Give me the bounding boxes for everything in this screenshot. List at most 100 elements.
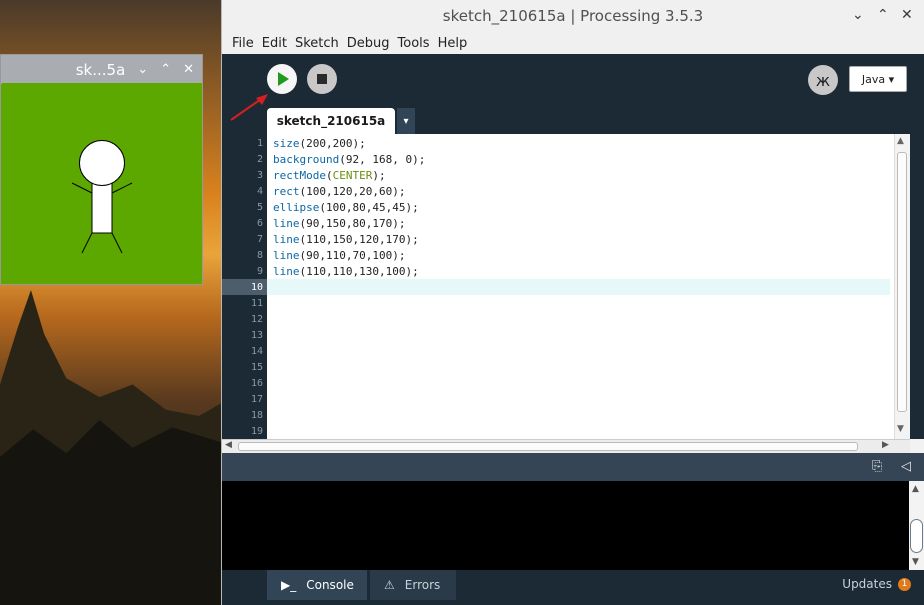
tab-console[interactable]: ▶_ Console <box>267 570 367 600</box>
line-number: 1 <box>256 138 263 149</box>
background-trees <box>0 420 221 605</box>
code-line[interactable]: line(110,150,120,170); <box>273 232 419 248</box>
code-function-name: background <box>273 153 340 166</box>
scroll-left-icon[interactable]: ◀ <box>225 440 232 450</box>
chevron-up-icon[interactable]: ⌃ <box>877 7 889 23</box>
menu-debug[interactable]: Debug <box>347 36 390 51</box>
code-arguments: (100,80,45,45); <box>319 201 419 214</box>
sketch-window-titlebar[interactable]: sk...5a ⌄ ⌃ ✕ <box>1 55 202 84</box>
head-ellipse <box>79 140 125 186</box>
console-scrollbar[interactable]: ▲ ▼ <box>909 481 924 570</box>
code-function-name: rect <box>273 185 300 198</box>
collapse-console-icon[interactable]: ◁ <box>901 459 911 474</box>
code-arguments: (90,110,70,100); <box>299 249 406 262</box>
code-line-text: line(90,110,70,100); <box>273 249 405 262</box>
editor-horizontal-scrollbar[interactable]: ◀ ▶ <box>222 439 910 453</box>
menu-help[interactable]: Help <box>438 36 468 51</box>
stop-icon <box>317 74 327 84</box>
line-number: 19 <box>250 426 263 437</box>
annotation-arrow <box>230 94 268 121</box>
chevron-up-icon[interactable]: ⌃ <box>160 63 171 76</box>
line-number: 8 <box>256 250 263 261</box>
line-number: 15 <box>250 362 263 373</box>
line-number: 5 <box>256 202 263 213</box>
mode-selector[interactable]: Java ▾ <box>849 66 907 92</box>
code-arguments: (200,200); <box>299 137 366 150</box>
code-line-text: rect(100,120,20,60); <box>273 185 405 198</box>
code-function-name: line <box>273 249 300 262</box>
code-function-name: line <box>273 233 300 246</box>
window-title: sketch_210615a | Processing 3.5.3 <box>442 7 704 25</box>
line-number: 14 <box>250 346 263 357</box>
line-number: 9 <box>256 266 263 277</box>
scroll-right-icon[interactable]: ▶ <box>882 440 889 450</box>
updates-button[interactable]: Updates 1 <box>842 577 911 591</box>
code-line[interactable]: line(90,150,80,170); <box>273 216 405 232</box>
line-number: 7 <box>256 234 263 245</box>
menu-sketch[interactable]: Sketch <box>295 36 339 51</box>
code-line[interactable]: line(90,110,70,100); <box>273 248 405 264</box>
scroll-up-icon[interactable]: ▲ <box>912 484 919 494</box>
code-arguments: (110,110,130,100); <box>299 265 419 278</box>
code-function-name: line <box>273 217 300 230</box>
menu-file[interactable]: File <box>232 36 254 51</box>
chevron-down-icon[interactable]: ⌄ <box>852 7 864 23</box>
menu-edit[interactable]: Edit <box>262 36 287 51</box>
line-number: 11 <box>250 298 263 309</box>
tab-sketch[interactable]: sketch_210615a <box>267 108 395 134</box>
code-line-text: line(110,110,130,100); <box>273 265 419 278</box>
scroll-down-icon[interactable]: ▼ <box>897 424 904 434</box>
play-icon <box>278 72 289 86</box>
code-line[interactable]: ellipse(100,80,45,45); <box>273 200 419 216</box>
stop-button[interactable] <box>307 64 337 94</box>
line-number: 3 <box>256 170 263 181</box>
run-button[interactable] <box>267 64 297 94</box>
menu-bar: File Edit Sketch Debug Tools Help <box>222 32 924 54</box>
scrollbar-thumb[interactable] <box>910 519 923 553</box>
line-number-gutter: 1 2 3 4 5 6 7 8 9 10 11 12 13 14 15 16 1… <box>222 134 267 439</box>
code-arguments: (CENTER); <box>325 169 386 182</box>
sketch-canvas <box>2 83 202 283</box>
code-line-text: size(200,200); <box>273 137 366 150</box>
line-number: 10 <box>250 282 263 293</box>
updates-count-badge: 1 <box>898 577 911 591</box>
console-tab-label: Console <box>306 578 354 592</box>
status-bar: ⎘ ◁ <box>222 453 924 481</box>
code-text-area[interactable]: size(200,200); background(92, 168, 0); r… <box>267 134 894 439</box>
line-number: 12 <box>250 314 263 325</box>
line-number: 16 <box>250 378 263 389</box>
line-number: 17 <box>250 394 263 405</box>
current-line-highlight <box>267 279 890 295</box>
scrollbar-thumb[interactable] <box>238 442 858 451</box>
close-icon[interactable]: ✕ <box>183 63 194 76</box>
window-titlebar[interactable]: sketch_210615a | Processing 3.5.3 ⌄ ⌃ ✕ <box>222 0 924 32</box>
code-line[interactable]: size(200,200); <box>273 136 366 152</box>
code-arguments: (110,150,120,170); <box>299 233 419 246</box>
code-line-text: ellipse(100,80,45,45); <box>273 201 419 214</box>
debug-button[interactable]: ж <box>808 65 838 95</box>
code-line[interactable]: rectMode(CENTER); <box>273 168 386 184</box>
editor-vertical-scrollbar[interactable]: ▲ ▼ <box>894 134 910 439</box>
warning-icon: ⚠ <box>384 578 395 592</box>
line-number: 6 <box>256 218 263 229</box>
code-line-text: rectMode(CENTER); <box>273 169 386 182</box>
code-line[interactable]: line(110,110,130,100); <box>273 264 419 280</box>
code-line[interactable]: rect(100,120,20,60); <box>273 184 405 200</box>
scrollbar-thumb[interactable] <box>897 152 907 412</box>
code-editor: 1 2 3 4 5 6 7 8 9 10 11 12 13 14 15 16 1… <box>222 134 924 439</box>
chevron-down-icon[interactable]: ⌄ <box>137 63 148 76</box>
copy-console-icon[interactable]: ⎘ <box>872 459 882 474</box>
tab-menu-button[interactable]: ▾ <box>397 108 415 134</box>
close-icon[interactable]: ✕ <box>901 7 913 23</box>
scroll-up-icon[interactable]: ▲ <box>897 136 904 146</box>
code-arguments: (100,120,20,60); <box>299 185 406 198</box>
processing-main-window: sketch_210615a | Processing 3.5.3 ⌄ ⌃ ✕ … <box>221 0 924 605</box>
tab-row: sketch_210615a ▾ <box>222 108 924 134</box>
code-line-text: background(92, 168, 0); <box>273 153 425 166</box>
code-line[interactable]: background(92, 168, 0); <box>273 152 425 168</box>
menu-tools[interactable]: Tools <box>398 36 430 51</box>
tab-errors[interactable]: ⚠ Errors <box>370 570 456 600</box>
code-function-name: size <box>273 137 300 150</box>
scroll-down-icon[interactable]: ▼ <box>912 557 919 567</box>
console-output[interactable]: ▲ ▼ <box>222 481 924 570</box>
